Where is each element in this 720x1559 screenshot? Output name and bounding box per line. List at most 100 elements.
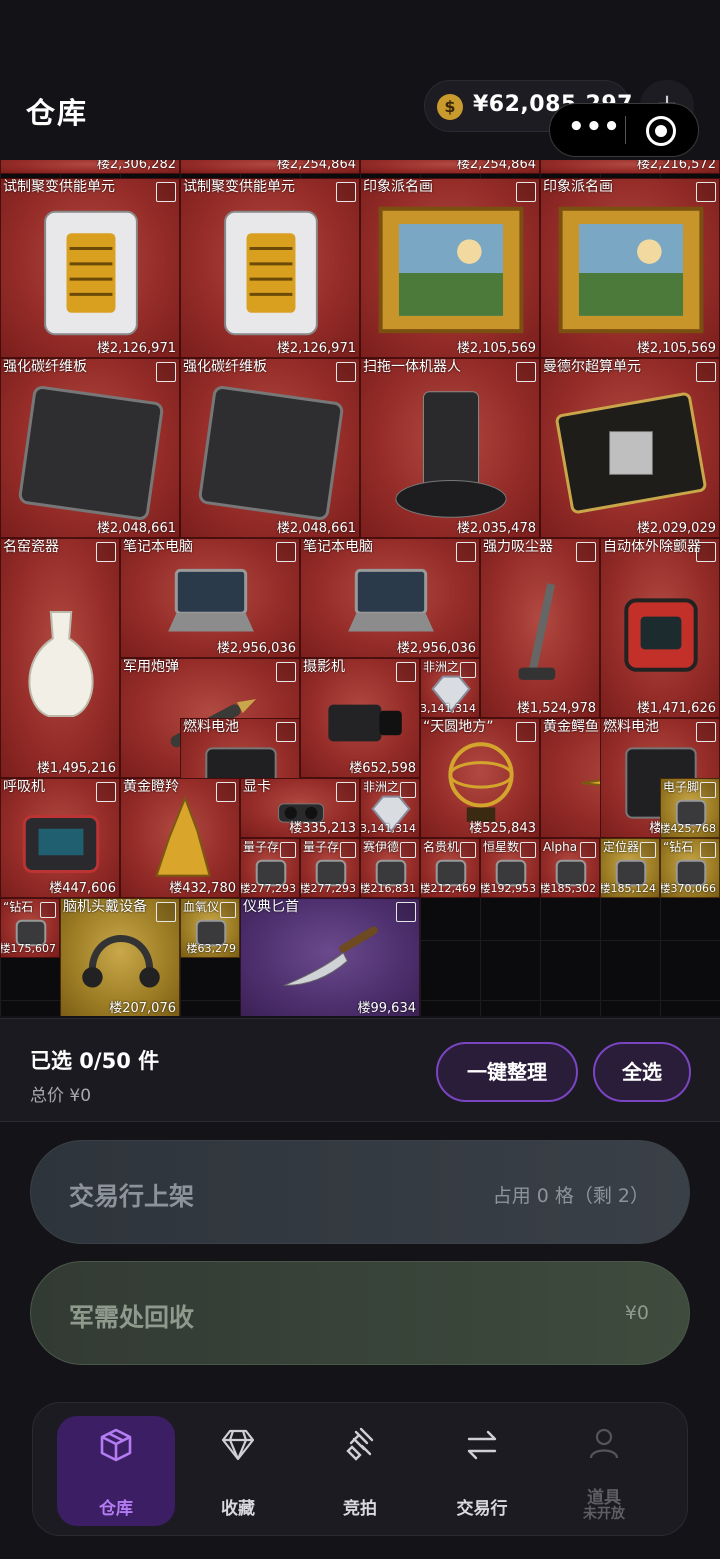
inventory-item[interactable]: 试制聚变供能单元 楼2,126,971 <box>0 178 180 358</box>
inventory-item[interactable]: 强化碳纤维板 楼2,048,661 <box>0 358 180 538</box>
item-price: 楼1,495,216 <box>36 761 116 776</box>
inventory-item-partial[interactable]: 楼2,254,864 <box>360 160 540 174</box>
item-checkbox[interactable] <box>336 782 356 802</box>
inventory-item[interactable]: 非洲之楼13,141,314 <box>420 658 480 718</box>
item-checkbox[interactable] <box>696 542 716 562</box>
inventory-item-partial[interactable]: 楼2,306,282 <box>0 160 180 174</box>
nav-label: 竞拍 <box>343 1499 377 1519</box>
item-checkbox[interactable] <box>276 542 296 562</box>
item-checkbox[interactable] <box>220 902 236 918</box>
item-checkbox[interactable] <box>520 842 536 858</box>
item-checkbox[interactable] <box>340 842 356 858</box>
select-all-button[interactable]: 全选 <box>593 1042 691 1102</box>
more-icon[interactable]: ••• <box>568 112 621 142</box>
inventory-item[interactable]: 显卡 楼335,213 <box>240 778 360 838</box>
inventory-item[interactable]: 电子脚 楼425,768 <box>660 778 720 838</box>
item-checkbox[interactable] <box>336 362 356 382</box>
inventory-item[interactable]: 摄影机 楼652,598 <box>300 658 420 778</box>
user-icon <box>589 1428 619 1459</box>
item-name: 试制聚变供能单元 <box>183 179 295 195</box>
inventory-item[interactable]: 印象派名画 楼2,105,569 <box>540 178 720 358</box>
nav-label: 收藏 <box>221 1499 255 1519</box>
inventory-item[interactable]: “钻石 楼175,607 <box>0 898 60 958</box>
inventory-item[interactable]: 定位器 楼185,124 <box>600 838 660 898</box>
item-checkbox[interactable] <box>696 722 716 742</box>
vacuum-icon <box>518 583 556 680</box>
inventory-item[interactable]: “钻石 楼370,066 <box>660 838 720 898</box>
inventory-item[interactable]: 血氧仪 楼63,279 <box>180 898 240 958</box>
inventory-item[interactable]: 呼吸机 楼447,606 <box>0 778 120 898</box>
inventory-item[interactable]: 强力吸尘器 楼1,524,978 <box>480 538 600 718</box>
item-checkbox[interactable] <box>40 902 56 918</box>
item-checkbox[interactable] <box>156 362 176 382</box>
inventory-item[interactable]: 曼德尔超算单元 楼2,029,029 <box>540 358 720 538</box>
item-checkbox[interactable] <box>400 842 416 858</box>
item-checkbox[interactable] <box>696 362 716 382</box>
item-checkbox[interactable] <box>216 782 236 802</box>
item-price: 楼525,843 <box>469 821 536 836</box>
item-checkbox[interactable] <box>276 722 296 742</box>
inventory-item[interactable]: 印象派名画 楼2,105,569 <box>360 178 540 358</box>
nav-tab-exchange[interactable]: 交易行 <box>423 1403 541 1537</box>
item-checkbox[interactable] <box>96 542 116 562</box>
inventory-item[interactable]: 量子存 楼277,293 <box>300 838 360 898</box>
coin-icon: $ <box>437 94 463 120</box>
inventory-item-partial[interactable]: 楼2,254,864 <box>180 160 360 174</box>
inventory-item[interactable]: 脑机头戴设备 楼207,076 <box>60 898 180 1016</box>
item-checkbox[interactable] <box>336 182 356 202</box>
item-checkbox[interactable] <box>156 902 176 922</box>
item-price: 楼192,953 <box>480 882 536 895</box>
inventory-item-partial[interactable]: 楼2,216,572 <box>540 160 720 174</box>
item-checkbox[interactable] <box>456 542 476 562</box>
recycle-button[interactable]: 军需处回收 ¥0 <box>30 1261 690 1365</box>
item-checkbox[interactable] <box>696 182 716 202</box>
nav-tab-warehouse[interactable]: 仓库 <box>57 1416 175 1526</box>
item-checkbox[interactable] <box>640 842 656 858</box>
inventory-item[interactable]: Alpha 楼185,302 <box>540 838 600 898</box>
item-name: 定位器 <box>603 840 640 854</box>
item-checkbox[interactable] <box>516 182 536 202</box>
close-target-icon[interactable] <box>646 116 676 146</box>
list-on-exchange-button[interactable]: 交易行上架 占用 0 格（剩 2） <box>30 1140 690 1244</box>
item-name: 名贵机 <box>423 840 460 854</box>
nav-tab-auction[interactable]: 竞拍 <box>301 1403 419 1537</box>
item-price: 楼216,831 <box>360 882 416 895</box>
item-checkbox[interactable] <box>576 542 596 562</box>
inventory-item[interactable]: 黄金瞪羚 楼432,780 <box>120 778 240 898</box>
item-checkbox[interactable] <box>700 842 716 858</box>
inventory-item[interactable]: 量子存 楼277,293 <box>240 838 300 898</box>
inventory-item[interactable]: 恒星数 楼192,953 <box>480 838 540 898</box>
item-name: 笔记本电脑 <box>303 539 373 555</box>
inventory-item[interactable]: 扫拖一体机器人 楼2,035,478 <box>360 358 540 538</box>
item-name: 印象派名画 <box>363 179 433 195</box>
item-checkbox[interactable] <box>276 662 296 682</box>
inventory-item[interactable]: 强化碳纤维板 楼2,048,661 <box>180 358 360 538</box>
item-checkbox[interactable] <box>96 782 116 802</box>
item-checkbox[interactable] <box>460 842 476 858</box>
inventory-item[interactable]: 名窑瓷器 楼1,495,216 <box>0 538 120 778</box>
item-name: 黄金鳄鱼 <box>543 719 599 735</box>
inventory-item[interactable]: 名贵机 楼212,469 <box>420 838 480 898</box>
inventory-item[interactable]: “天圆地方” 楼525,843 <box>420 718 540 838</box>
item-checkbox[interactable] <box>396 902 416 922</box>
item-checkbox[interactable] <box>280 842 296 858</box>
item-checkbox[interactable] <box>396 662 416 682</box>
organize-button[interactable]: 一键整理 <box>436 1042 578 1102</box>
inventory-item[interactable]: 试制聚变供能单元 楼2,126,971 <box>180 178 360 358</box>
item-name: 黄金瞪羚 <box>123 779 179 795</box>
item-checkbox[interactable] <box>460 662 476 678</box>
inventory-item[interactable]: 笔记本电脑 楼2,956,036 <box>120 538 300 658</box>
item-checkbox[interactable] <box>700 782 716 798</box>
inventory-item[interactable]: 赛伊德 楼216,831 <box>360 838 420 898</box>
item-checkbox[interactable] <box>516 362 536 382</box>
inventory-item[interactable]: 自动体外除颤器 楼1,471,626 <box>600 538 720 718</box>
item-checkbox[interactable] <box>156 182 176 202</box>
nav-tab-collection[interactable]: 收藏 <box>179 1403 297 1537</box>
item-checkbox[interactable] <box>580 842 596 858</box>
inventory-item[interactable]: 非洲之楼13,141,314 <box>360 778 420 838</box>
inventory-item[interactable]: 仪典匕首 楼99,634 <box>240 898 420 1016</box>
inventory-item[interactable]: 笔记本电脑 楼2,956,036 <box>300 538 480 658</box>
item-name: 强力吸尘器 <box>483 539 553 555</box>
item-checkbox[interactable] <box>400 782 416 798</box>
item-checkbox[interactable] <box>516 722 536 742</box>
